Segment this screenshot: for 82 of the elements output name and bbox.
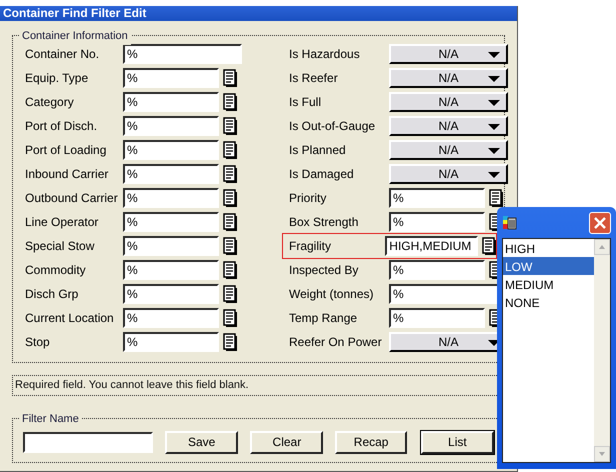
dropdown[interactable]: N/A — [389, 44, 508, 64]
input-field[interactable]: % — [123, 260, 219, 280]
field-label: Special Stow — [25, 238, 96, 255]
group-title: Container Information — [19, 28, 131, 44]
field-label: Port of Loading — [25, 142, 108, 159]
input-field[interactable]: % — [123, 44, 242, 64]
field-label: Equip. Type — [25, 70, 90, 87]
field-label: Container No. — [25, 46, 100, 63]
dropdown[interactable]: N/A — [389, 92, 508, 112]
input-field[interactable]: % — [123, 284, 219, 304]
caret-icon — [488, 148, 500, 154]
lookup-icon[interactable] — [223, 285, 237, 303]
field-label: Is Reefer — [289, 70, 339, 87]
field-label: Is Hazardous — [289, 46, 361, 63]
lookup-icon[interactable] — [223, 165, 237, 183]
lookup-icon[interactable] — [223, 309, 237, 327]
lookup-icon[interactable] — [223, 117, 237, 135]
dropdown[interactable]: N/A — [389, 68, 508, 88]
field-label: Port of Disch. — [25, 118, 98, 135]
field-label: Reefer On Power — [289, 334, 383, 351]
input-field[interactable]: % — [123, 68, 219, 88]
field-label: Box Strength — [289, 214, 360, 231]
lookup-icon[interactable] — [223, 93, 237, 111]
field-label: Commodity — [25, 262, 87, 279]
input-field[interactable]: % — [389, 212, 485, 232]
dropdown[interactable]: N/A — [389, 116, 508, 136]
field-label: Fragility — [289, 238, 332, 255]
caret-icon — [488, 172, 500, 178]
action-button[interactable]: Recap — [335, 430, 407, 454]
dropdown[interactable]: N/A — [389, 164, 508, 184]
input-field[interactable]: % — [123, 116, 219, 136]
input-field[interactable]: % — [123, 164, 219, 184]
caret-icon — [488, 52, 500, 58]
caret-icon — [488, 76, 500, 82]
lookup-icon[interactable] — [223, 333, 237, 351]
input-field[interactable]: % — [389, 260, 485, 280]
field-label: Category — [25, 94, 75, 111]
field-label: Temp Range — [289, 310, 358, 327]
input-field[interactable]: % — [389, 284, 499, 304]
action-button[interactable]: Save — [165, 430, 238, 454]
action-button[interactable]: Clear — [250, 430, 324, 454]
input-field[interactable]: % — [123, 140, 219, 160]
field-label: Disch Grp — [25, 286, 80, 303]
field-label: Is Planned — [289, 142, 347, 159]
input-field[interactable]: % — [123, 188, 219, 208]
list-item[interactable]: LOW — [503, 257, 594, 275]
field-label: Priority — [289, 190, 328, 207]
field-label: Stop — [25, 334, 51, 351]
input-field[interactable]: % — [123, 236, 219, 256]
lookup-icon[interactable] — [223, 237, 237, 255]
input-field[interactable]: % — [123, 212, 219, 232]
close-button[interactable] — [589, 212, 611, 234]
caret-icon — [488, 100, 500, 106]
input-field[interactable]: % — [389, 188, 485, 208]
field-label: Inspected By — [289, 262, 360, 279]
field-label: Weight (tonnes) — [289, 286, 374, 303]
lookup-icon[interactable] — [223, 141, 237, 159]
field-label: Is Full — [289, 94, 322, 111]
lookup-icon[interactable] — [223, 261, 237, 279]
field-label: Inbound Carrier — [25, 166, 110, 183]
lookup-icon[interactable] — [223, 213, 237, 231]
field-label: Is Out-of-Gauge — [289, 118, 376, 135]
input-field[interactable] — [23, 432, 154, 452]
action-button[interactable]: List — [420, 430, 494, 454]
input-field[interactable]: % — [123, 332, 219, 352]
field-label: Is Damaged — [289, 166, 355, 183]
window-title: Container Find Filter Edit — [0, 6, 517, 21]
input-field[interactable]: HIGH,MEDIUM — [385, 236, 478, 256]
lookup-icon[interactable] — [223, 69, 237, 87]
lookup-icon[interactable] — [489, 189, 503, 207]
input-field[interactable]: % — [123, 92, 219, 112]
lookup-icon[interactable] — [223, 189, 237, 207]
lookup-icon[interactable] — [482, 237, 496, 255]
input-field[interactable]: % — [123, 308, 219, 328]
dropdown[interactable]: N/A — [389, 140, 508, 160]
field-label: Outbound Carrier — [25, 190, 119, 207]
caret-icon — [488, 124, 500, 130]
field-label: Line Operator — [25, 214, 100, 231]
input-field[interactable]: % — [389, 308, 485, 328]
app-icon — [502, 214, 518, 230]
close-icon — [594, 216, 606, 228]
field-label: Current Location — [25, 310, 115, 327]
